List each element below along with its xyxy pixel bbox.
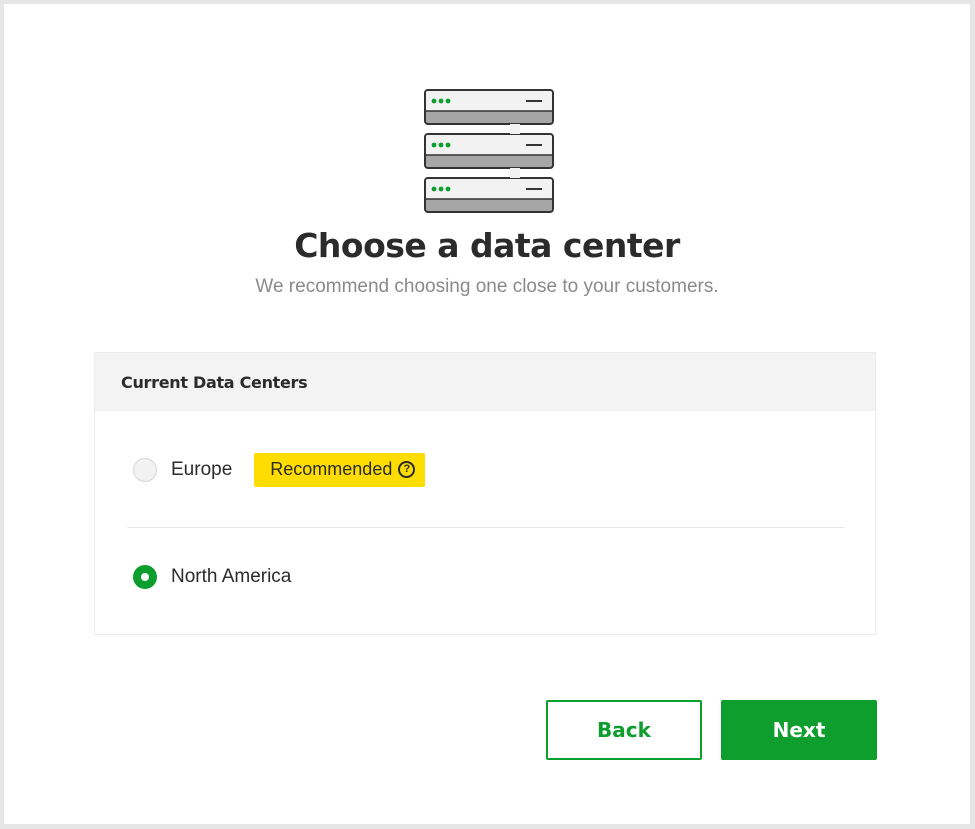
data-center-option-europe[interactable]: Europe Recommended ? xyxy=(133,453,426,487)
radio-selected-dot xyxy=(141,573,149,581)
panel-heading: Current Data Centers xyxy=(95,353,875,411)
data-center-panel: Current Data Centers Europe Recommended … xyxy=(94,352,876,635)
server-unit-icon xyxy=(424,177,554,213)
next-button[interactable]: Next xyxy=(721,700,877,760)
back-button[interactable]: Back xyxy=(546,700,702,760)
europe-radio[interactable] xyxy=(133,458,157,482)
recommended-badge: Recommended ? xyxy=(254,453,426,487)
north-america-radio[interactable] xyxy=(133,565,157,589)
option-divider xyxy=(127,527,845,528)
page-title: Choose a data center xyxy=(294,226,680,265)
data-center-option-north-america[interactable]: North America xyxy=(133,565,291,589)
server-unit-icon xyxy=(424,133,554,169)
badge-label: Recommended xyxy=(270,459,393,479)
server-unit-icon xyxy=(424,89,554,125)
page-subtitle: We recommend choosing one close to your … xyxy=(255,276,719,297)
option-label: Europe xyxy=(171,459,233,480)
dialog-page: Choose a data center We recommend choosi… xyxy=(4,4,970,824)
server-rack-icon xyxy=(424,89,554,213)
help-icon[interactable]: ? xyxy=(398,461,416,478)
option-label: North America xyxy=(171,566,292,587)
